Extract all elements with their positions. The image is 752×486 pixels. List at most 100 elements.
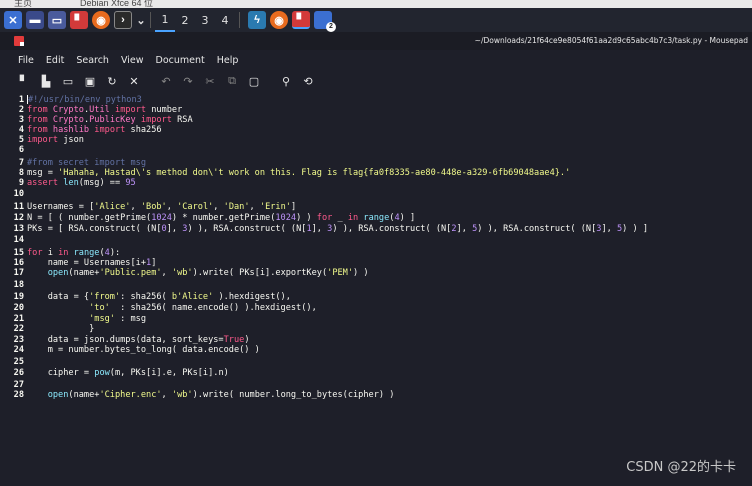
host-tab-strip: 主页 Debian Xfce 64 位 xyxy=(0,0,752,8)
line-number: 28 xyxy=(13,390,24,400)
separator xyxy=(239,12,240,28)
line-number: 11 xyxy=(13,202,24,212)
reload-icon[interactable]: ↻ xyxy=(102,72,122,90)
chevron-down-icon[interactable]: ⌄ xyxy=(136,11,146,29)
code-line[interactable]: 23 data = json.dumps(data, sort_keys=Tru… xyxy=(10,335,250,345)
window-titlebar[interactable]: ~/Downloads/21f64ce9e8054f61aa2d9c65abc4… xyxy=(0,32,752,50)
code-line[interactable]: 16 name = Usernames[i+1] xyxy=(10,258,157,268)
code-line[interactable]: 7 #from secret import msg xyxy=(10,158,146,168)
line-number: 7 xyxy=(18,158,24,168)
code-line[interactable]: 11 Usernames = ['Alice', 'Bob', 'Carol', … xyxy=(10,202,296,212)
terminal-icon[interactable]: › xyxy=(114,11,132,29)
code-line[interactable]: 12 N = [ ( number.getPrime(1024) * number… xyxy=(10,213,416,223)
code-text: m = number.bytes_to_long( data.encode() … xyxy=(27,345,260,355)
menu-document[interactable]: Document xyxy=(156,55,205,66)
code-line[interactable]: 1 #!/usr/bin/env python3 xyxy=(10,95,142,105)
toolbar: ▘ ▙ ▭ ▣ ↻ ✕ ↶ ↷ ✂ ⧉ ▢ ⚲ ⟲ xyxy=(0,70,752,92)
line-number: 24 xyxy=(13,345,24,355)
code-line[interactable]: 14 xyxy=(10,235,27,245)
code-text: 'msg' : msg xyxy=(89,314,147,324)
menu-view[interactable]: View xyxy=(121,55,144,66)
host-tab-vm[interactable]: Debian Xfce 64 位 xyxy=(80,0,153,8)
copy-icon[interactable]: ⧉ xyxy=(222,72,242,90)
workspace-3[interactable]: 3 xyxy=(195,8,215,32)
undo-icon[interactable]: ↶ xyxy=(156,72,176,90)
mousepad-launcher-icon[interactable]: ▘ xyxy=(70,11,88,29)
files-launcher-icon[interactable]: ▭ xyxy=(48,11,66,29)
host-tab-home[interactable]: 主页 xyxy=(14,0,32,8)
code-line[interactable]: 25 xyxy=(10,357,27,367)
open-icon[interactable]: ▙ xyxy=(36,72,56,90)
line-number: 13 xyxy=(13,224,24,234)
line-number: 23 xyxy=(13,335,24,345)
code-line[interactable]: 3 from Crypto.PublicKey import RSA xyxy=(10,115,193,125)
line-number: 19 xyxy=(13,292,24,302)
terminal-window-icon[interactable]: 2 xyxy=(314,11,336,32)
line-number: 27 xyxy=(13,380,24,390)
save-as-icon[interactable]: ▣ xyxy=(80,72,100,90)
code-editor[interactable]: 1 #!/usr/bin/env python3 2 from Crypto.Util… xyxy=(10,92,752,486)
redo-icon[interactable]: ↷ xyxy=(178,72,198,90)
line-number: 12 xyxy=(13,213,24,223)
save-icon[interactable]: ▭ xyxy=(58,72,78,90)
code-line[interactable]: 17 open(name+'Public.pem', 'wb').write( … xyxy=(10,268,369,278)
line-number: 14 xyxy=(13,235,24,245)
code-line[interactable]: 26 cipher = pow(m, PKs[i].e, PKs[i].n) xyxy=(10,368,229,378)
new-doc-icon[interactable]: ▘ xyxy=(14,72,34,90)
terminal-launcher-icon[interactable]: ▬ xyxy=(26,11,44,29)
line-number: 1 xyxy=(18,95,24,105)
code-line[interactable]: 10 xyxy=(10,189,27,199)
lightning-app-icon[interactable]: ϟ xyxy=(248,11,266,29)
line-number: 22 xyxy=(13,324,24,334)
xfce-menu-icon[interactable]: ✕ xyxy=(4,11,22,29)
workspace-4[interactable]: 4 xyxy=(215,8,235,32)
code-text: } xyxy=(27,324,95,334)
code-line[interactable]: 22 } xyxy=(10,324,95,334)
menu-edit[interactable]: Edit xyxy=(46,55,64,66)
workspace-1[interactable]: 1 xyxy=(155,8,175,32)
close-icon[interactable]: ✕ xyxy=(124,72,144,90)
line-number: 4 xyxy=(18,125,24,135)
line-number: 18 xyxy=(13,280,24,290)
paste-icon[interactable]: ▢ xyxy=(244,72,264,90)
code-line[interactable]: 6 xyxy=(10,145,27,155)
code-line[interactable]: 15 for i in range(4): xyxy=(10,248,121,258)
code-line[interactable]: 19 data = {'from': sha256( b'Alice' ).he… xyxy=(10,292,291,302)
code-line[interactable]: 8 msg = 'Hahaha, Hastad\'s method don\'t … xyxy=(10,168,570,178)
code-text: from Crypto.Util import number xyxy=(27,105,183,115)
search-icon[interactable]: ⚲ xyxy=(276,72,296,90)
code-line[interactable]: 18 xyxy=(10,280,27,290)
find-replace-icon[interactable]: ⟲ xyxy=(298,72,318,90)
code-line[interactable]: 13 PKs = [ RSA.construct( (N[0], 3) ), RS… xyxy=(10,224,648,234)
line-number: 6 xyxy=(18,145,24,155)
taskbar: ✕ ▬ ▭ ▘ ◉ › ⌄ 1 2 3 4 ϟ ◉ ▘ 2 xyxy=(0,8,752,32)
code-line[interactable]: 5 import json xyxy=(10,135,84,145)
mousepad-window-icon[interactable]: ▘ xyxy=(292,11,310,29)
code-text: msg = 'Hahaha, Hastad\'s method don\'t w… xyxy=(27,168,571,178)
firefox-window-icon[interactable]: ◉ xyxy=(270,11,288,29)
scrollbar[interactable] xyxy=(746,92,752,486)
code-line[interactable]: 28 open(name+'Cipher.enc', 'wb').write( … xyxy=(10,390,395,400)
cut-icon[interactable]: ✂ xyxy=(200,72,220,90)
mousepad-app-icon xyxy=(14,36,24,46)
line-number: 10 xyxy=(13,189,24,199)
code-line[interactable]: 27 xyxy=(10,380,27,390)
code-text: for i in range(4): xyxy=(27,248,121,258)
code-line[interactable]: 2 from Crypto.Util import number xyxy=(10,105,182,115)
code-line[interactable]: 21 'msg' : msg xyxy=(10,314,146,324)
code-text: from Crypto.PublicKey import RSA xyxy=(27,115,193,125)
menu-search[interactable]: Search xyxy=(76,55,109,66)
workspace-2[interactable]: 2 xyxy=(175,8,195,32)
line-number: 16 xyxy=(13,258,24,268)
code-line[interactable]: 20 'to' : sha256( name.encode() ).hexdig… xyxy=(10,303,317,313)
firefox-icon[interactable]: ◉ xyxy=(92,11,110,29)
code-text: 'to' : sha256( name.encode() ).hexdigest… xyxy=(89,303,317,313)
code-line[interactable]: 9 assert len(msg) == 95 xyxy=(10,178,136,188)
code-text: open(name+'Cipher.enc', 'wb').write( num… xyxy=(47,390,395,400)
code-line[interactable]: 24 m = number.bytes_to_long( data.encode… xyxy=(10,345,260,355)
line-number: 5 xyxy=(18,135,24,145)
menu-file[interactable]: File xyxy=(18,55,34,66)
code-line[interactable]: 4 from hashlib import sha256 xyxy=(10,125,162,135)
menu-help[interactable]: Help xyxy=(217,55,239,66)
code-text: Usernames = ['Alice', 'Bob', 'Carol', 'D… xyxy=(27,202,297,212)
